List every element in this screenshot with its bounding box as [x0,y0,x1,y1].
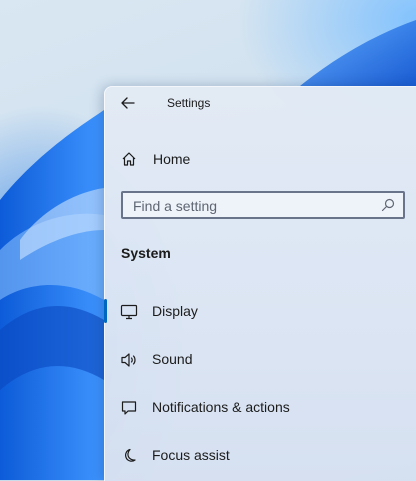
monitor-icon [120,304,138,320]
home-label: Home [153,151,191,167]
system-nav-list: Display Sound Notifications & actions Fo… [104,287,416,479]
nav-item-focus-assist[interactable]: Focus assist [105,431,416,479]
section-title: System [121,245,171,261]
notification-icon [121,401,137,415]
search-icon[interactable] [381,198,395,212]
nav-item-label: Focus assist [152,447,230,463]
nav-item-display[interactable]: Display [104,287,416,335]
search-box[interactable] [121,191,405,219]
title-bar: Settings [105,87,416,119]
home-icon [122,152,136,166]
nav-item-sound[interactable]: Sound [105,335,416,383]
back-button[interactable] [117,92,139,114]
back-arrow-icon [121,97,135,109]
search-input[interactable] [131,196,375,216]
moon-icon [125,448,136,462]
nav-item-label: Sound [152,351,193,367]
nav-item-label: Notifications & actions [152,399,290,415]
window-title: Settings [167,96,211,110]
nav-item-notifications[interactable]: Notifications & actions [105,383,416,431]
nav-item-label: Display [152,303,198,319]
home-nav-item[interactable]: Home [105,143,416,175]
speaker-icon [121,353,136,367]
settings-window: Settings Home System Display Sound [104,86,416,481]
